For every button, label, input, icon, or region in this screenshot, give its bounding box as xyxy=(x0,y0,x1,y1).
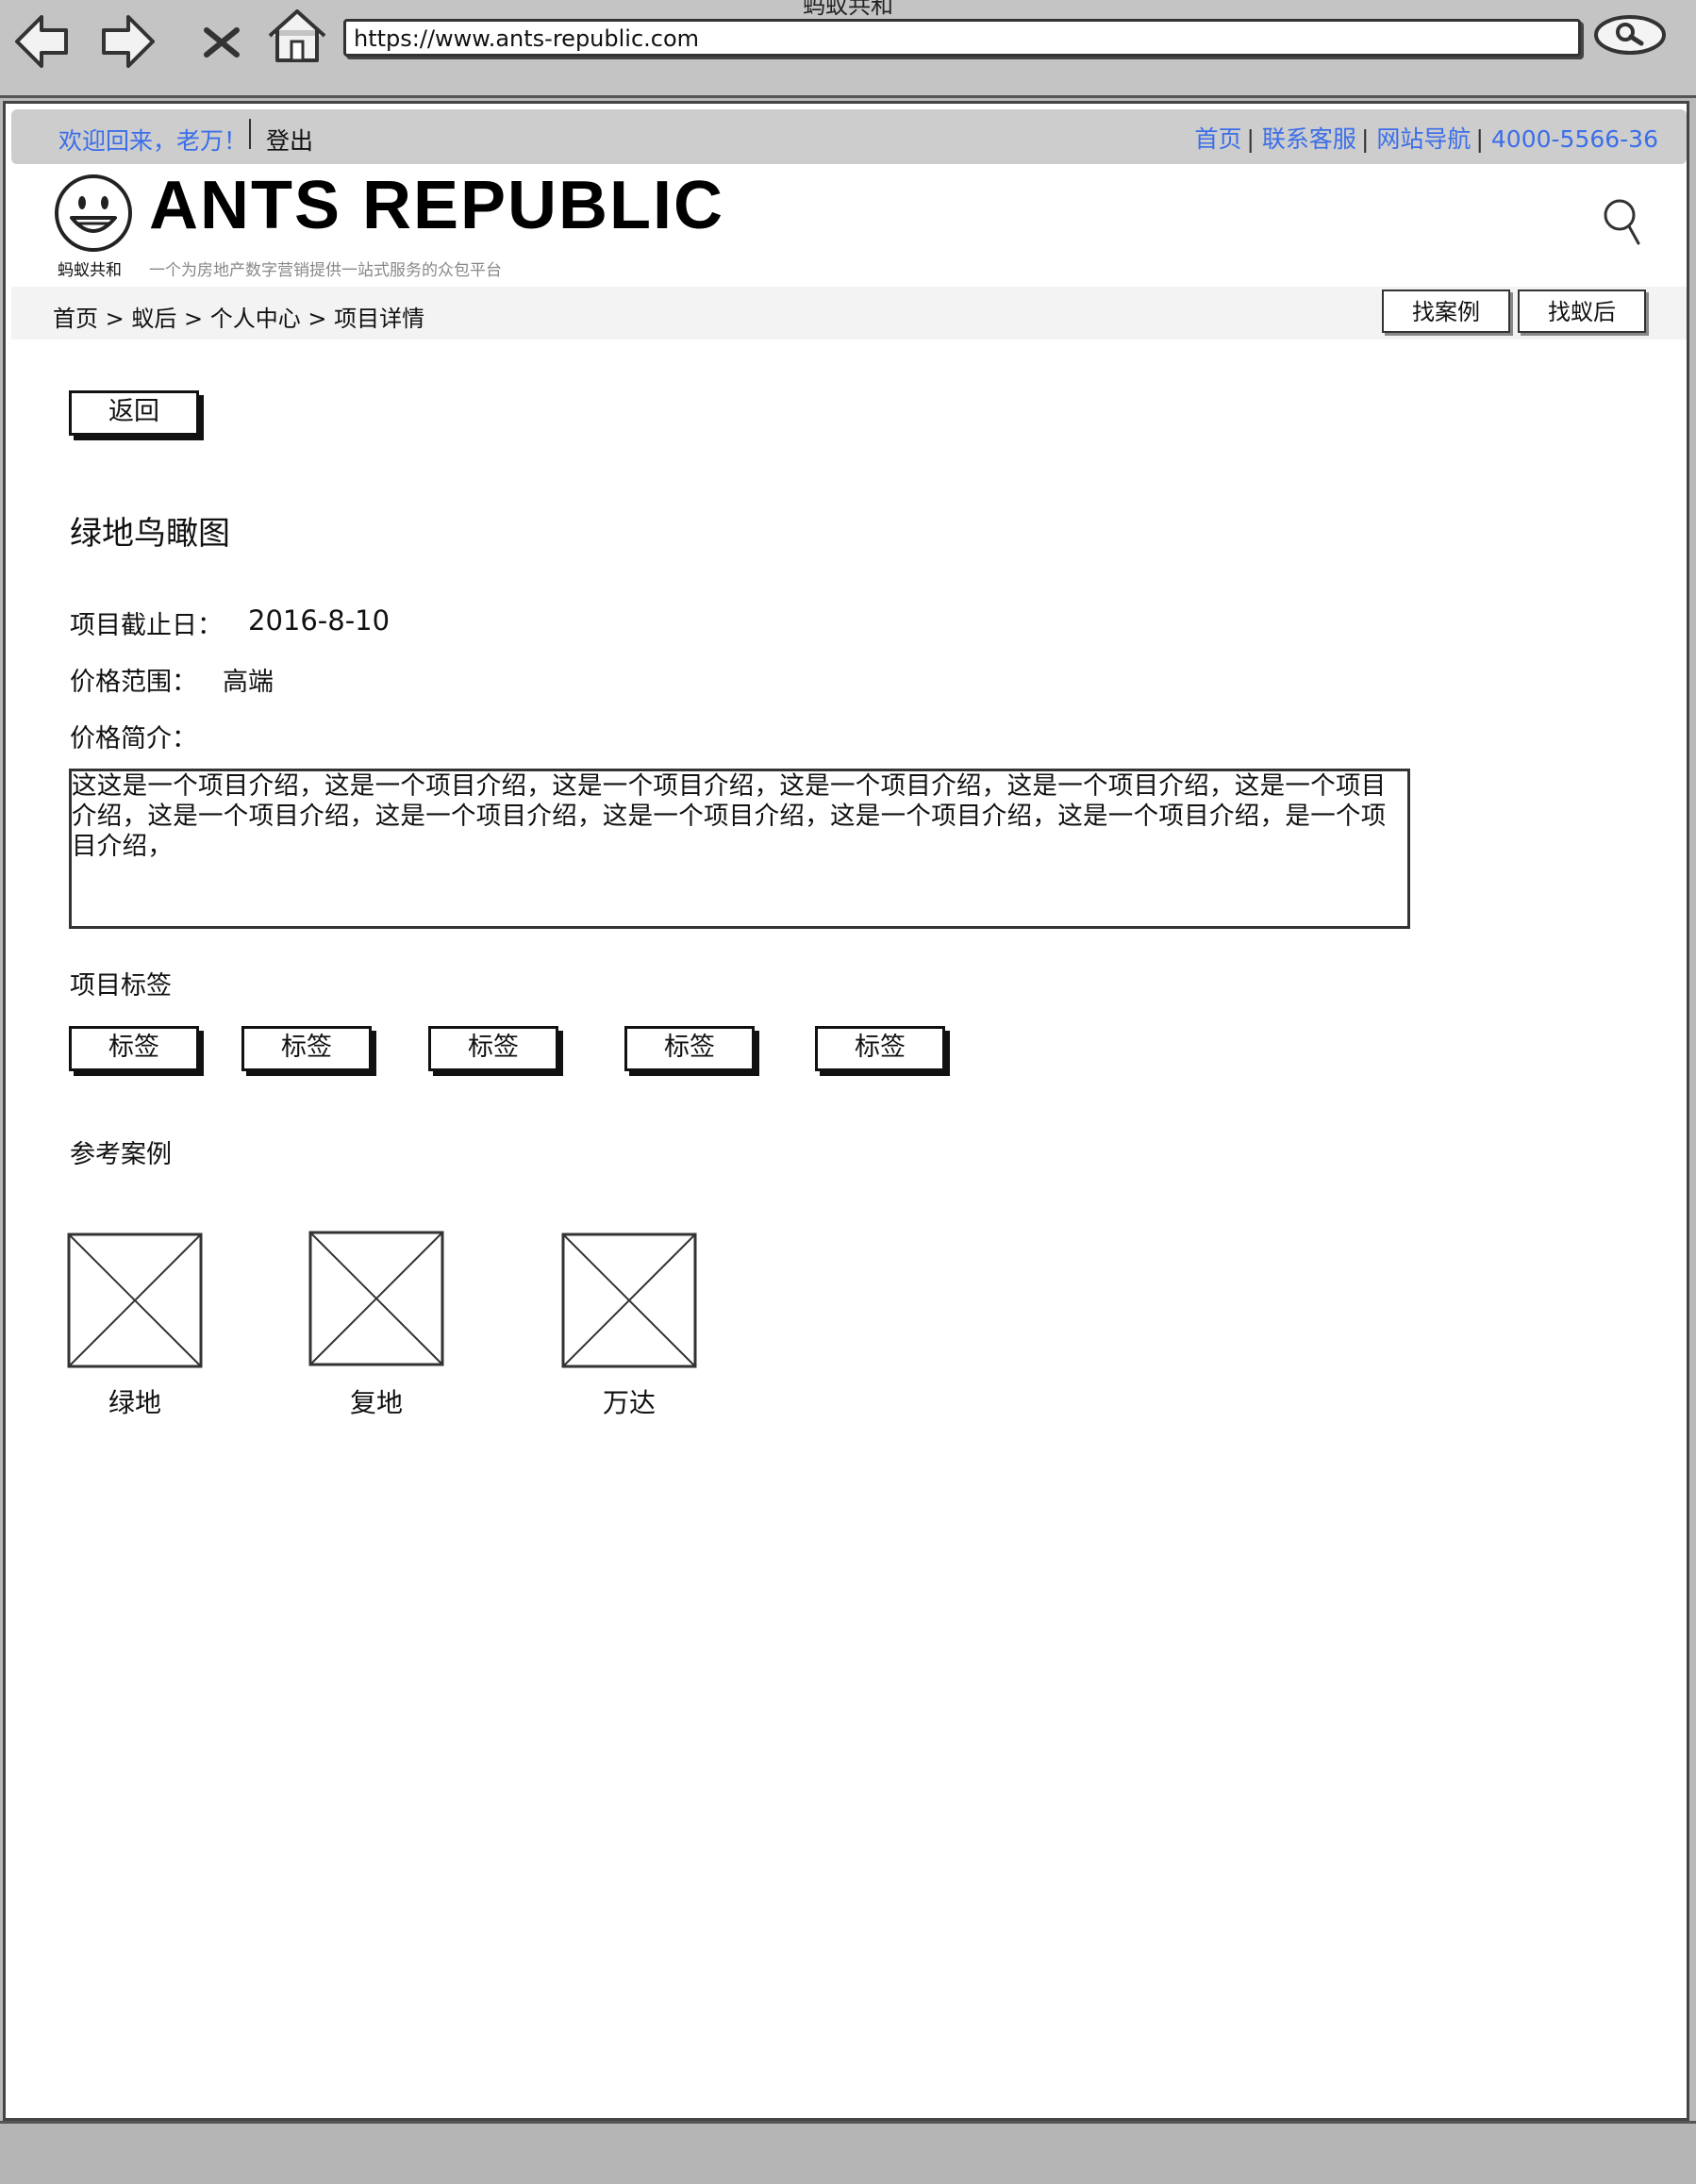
case-image-placeholder[interactable] xyxy=(308,1231,444,1366)
nav-link-phone[interactable]: 4000-5566-36 xyxy=(1491,125,1658,153)
breadcrumb[interactable]: 首页 > 蚁后 > 个人中心 > 项目详情 xyxy=(53,300,424,333)
case-label[interactable]: 绿地 xyxy=(67,1382,203,1420)
nav-link-sitemap[interactable]: 网站导航 xyxy=(1376,125,1471,153)
price-range-label: 价格范围： xyxy=(70,668,197,697)
top-info-bar: 欢迎回来，老万！ 登出 首页 | 联系客服 | 网站导航 | 4000-5566… xyxy=(11,109,1687,164)
tag-button[interactable]: 标签 xyxy=(241,1026,372,1071)
forward-arrow-icon[interactable] xyxy=(94,8,160,74)
nav-separator: | xyxy=(1475,125,1491,153)
tag-button[interactable]: 标签 xyxy=(69,1026,199,1071)
home-icon[interactable] xyxy=(264,4,330,70)
find-ants-button[interactable]: 找蚁后 xyxy=(1518,290,1646,333)
case-image-placeholder[interactable] xyxy=(561,1233,697,1368)
greeting-link[interactable]: 欢迎回来，老万！ xyxy=(58,123,247,157)
back-arrow-icon[interactable] xyxy=(9,8,75,74)
deadline-value: 2016-8-10 xyxy=(248,604,391,637)
top-nav-links: 首页 | 联系客服 | 网站导航 | 4000-5566-36 xyxy=(1194,121,1658,155)
tags-label: 项目标签 xyxy=(70,971,172,1001)
nav-link-home[interactable]: 首页 xyxy=(1194,125,1241,153)
magnifier-icon[interactable] xyxy=(1603,196,1644,251)
brand-name: ANTS REPUBLIC xyxy=(149,168,725,243)
divider xyxy=(249,119,251,149)
price-intro-label: 价格简介： xyxy=(70,724,197,753)
case-image-placeholder[interactable] xyxy=(67,1233,203,1368)
reference-cases-label: 参考案例 xyxy=(70,1140,172,1169)
brand-cn-name: 蚂蚁共和 xyxy=(58,261,122,280)
search-icon[interactable] xyxy=(1592,13,1668,57)
case-label[interactable]: 复地 xyxy=(308,1382,444,1420)
tag-button[interactable]: 标签 xyxy=(815,1026,945,1071)
tag-button[interactable]: 标签 xyxy=(624,1026,755,1071)
nav-separator: | xyxy=(1246,125,1262,153)
window-title: 蚂蚁共和 xyxy=(803,0,893,19)
find-cases-button[interactable]: 找案例 xyxy=(1382,290,1510,333)
smiley-logo-icon[interactable] xyxy=(53,173,134,254)
nav-link-support[interactable]: 联系客服 xyxy=(1262,125,1356,153)
web-page: 欢迎回来，老万！ 登出 首页 | 联系客服 | 网站导航 | 4000-5566… xyxy=(3,101,1689,2121)
project-title: 绿地鸟瞰图 xyxy=(70,515,230,553)
tag-button[interactable]: 标签 xyxy=(428,1026,558,1071)
status-bar xyxy=(0,2121,1696,2184)
price-intro-textarea[interactable]: 这这是一个项目介绍，这是一个项目介绍，这是一个项目介绍，这是一个项目介绍，这是一… xyxy=(69,769,1410,929)
brand-slogan: 一个为房地产数字营销提供一站式服务的众包平台 xyxy=(149,261,502,280)
price-range-value: 高端 xyxy=(223,668,274,697)
nav-separator: | xyxy=(1361,125,1377,153)
logout-link[interactable]: 登出 xyxy=(266,123,313,157)
browser-toolbar: 蚂蚁共和 https://www.ants-republic.com xyxy=(0,0,1696,98)
url-input[interactable]: https://www.ants-republic.com xyxy=(343,19,1581,57)
back-button[interactable]: 返回 xyxy=(69,390,199,436)
deadline-label: 项目截止日： xyxy=(70,611,223,640)
stop-icon[interactable] xyxy=(193,13,250,70)
case-label[interactable]: 万达 xyxy=(561,1382,697,1420)
